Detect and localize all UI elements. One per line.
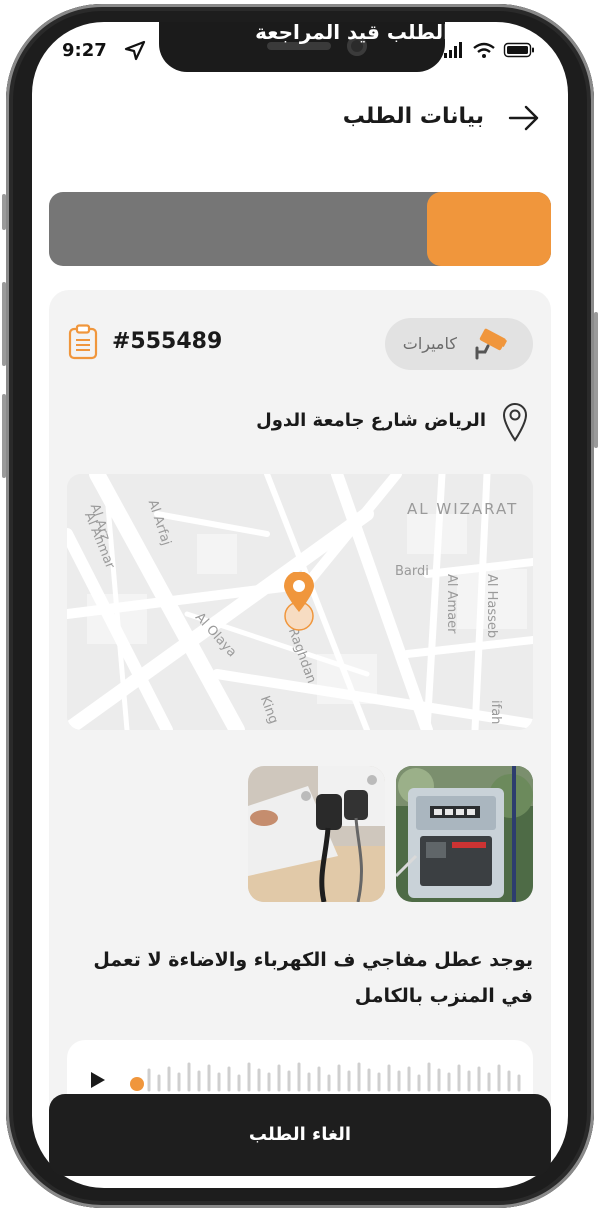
- map-marker-icon: [284, 572, 314, 631]
- battery-icon: [503, 42, 534, 58]
- voice-note-player[interactable]: [67, 1040, 533, 1100]
- category-chip: كاميرات: [385, 318, 533, 370]
- phone-frame: 9:27 بيانات الطلب الطلب قيد المراجعة كام…: [0, 0, 600, 1214]
- status-time: 9:27: [62, 40, 107, 61]
- order-number: #555489: [112, 329, 223, 354]
- order-status-text: الطلب قيد المراجعة: [255, 20, 450, 44]
- volume-up-button: [2, 282, 6, 366]
- category-label: كاميرات: [402, 334, 457, 353]
- cancel-order-button[interactable]: الغاء الطلب: [49, 1094, 551, 1176]
- map-label-street: ifah: [488, 700, 503, 725]
- audio-waveform: [91, 1062, 521, 1092]
- order-status-bar: [49, 192, 551, 266]
- map-label-street: Al Amaer: [444, 574, 459, 634]
- status-progress-fill: [427, 192, 551, 266]
- map-label-district: AL WIZARAT: [407, 500, 519, 518]
- clipboard-icon: [68, 324, 98, 364]
- mute-switch: [2, 194, 6, 230]
- volume-down-button: [2, 394, 6, 478]
- map-label-street: Al Hasseb: [484, 574, 499, 639]
- back-arrow-icon[interactable]: [508, 104, 540, 136]
- location-map[interactable]: AL WIZARAT Al Arz Al Arfaj Al Ahmar Bard…: [67, 474, 533, 730]
- security-camera-icon: [473, 328, 511, 364]
- play-icon: [91, 1072, 105, 1088]
- power-button: [594, 312, 598, 448]
- address-text: الرياض شارع جامعة الدول: [256, 410, 486, 431]
- order-description: يوجد عطل مفاجي ف الكهرباء والاضاءة لا تع…: [93, 949, 533, 1007]
- map-label-street: Bardi: [395, 564, 429, 579]
- electric-meter-photo[interactable]: [396, 766, 533, 902]
- cancel-order-label: الغاء الطلب: [248, 1124, 352, 1145]
- status-icons: [444, 42, 536, 58]
- location-pin-icon: [502, 402, 528, 446]
- signal-icon: [444, 42, 462, 58]
- wifi-icon: [473, 42, 495, 58]
- location-arrow-icon: [124, 40, 146, 66]
- page-title: بيانات الطلب: [342, 104, 484, 129]
- power-plug-photo[interactable]: [248, 766, 385, 902]
